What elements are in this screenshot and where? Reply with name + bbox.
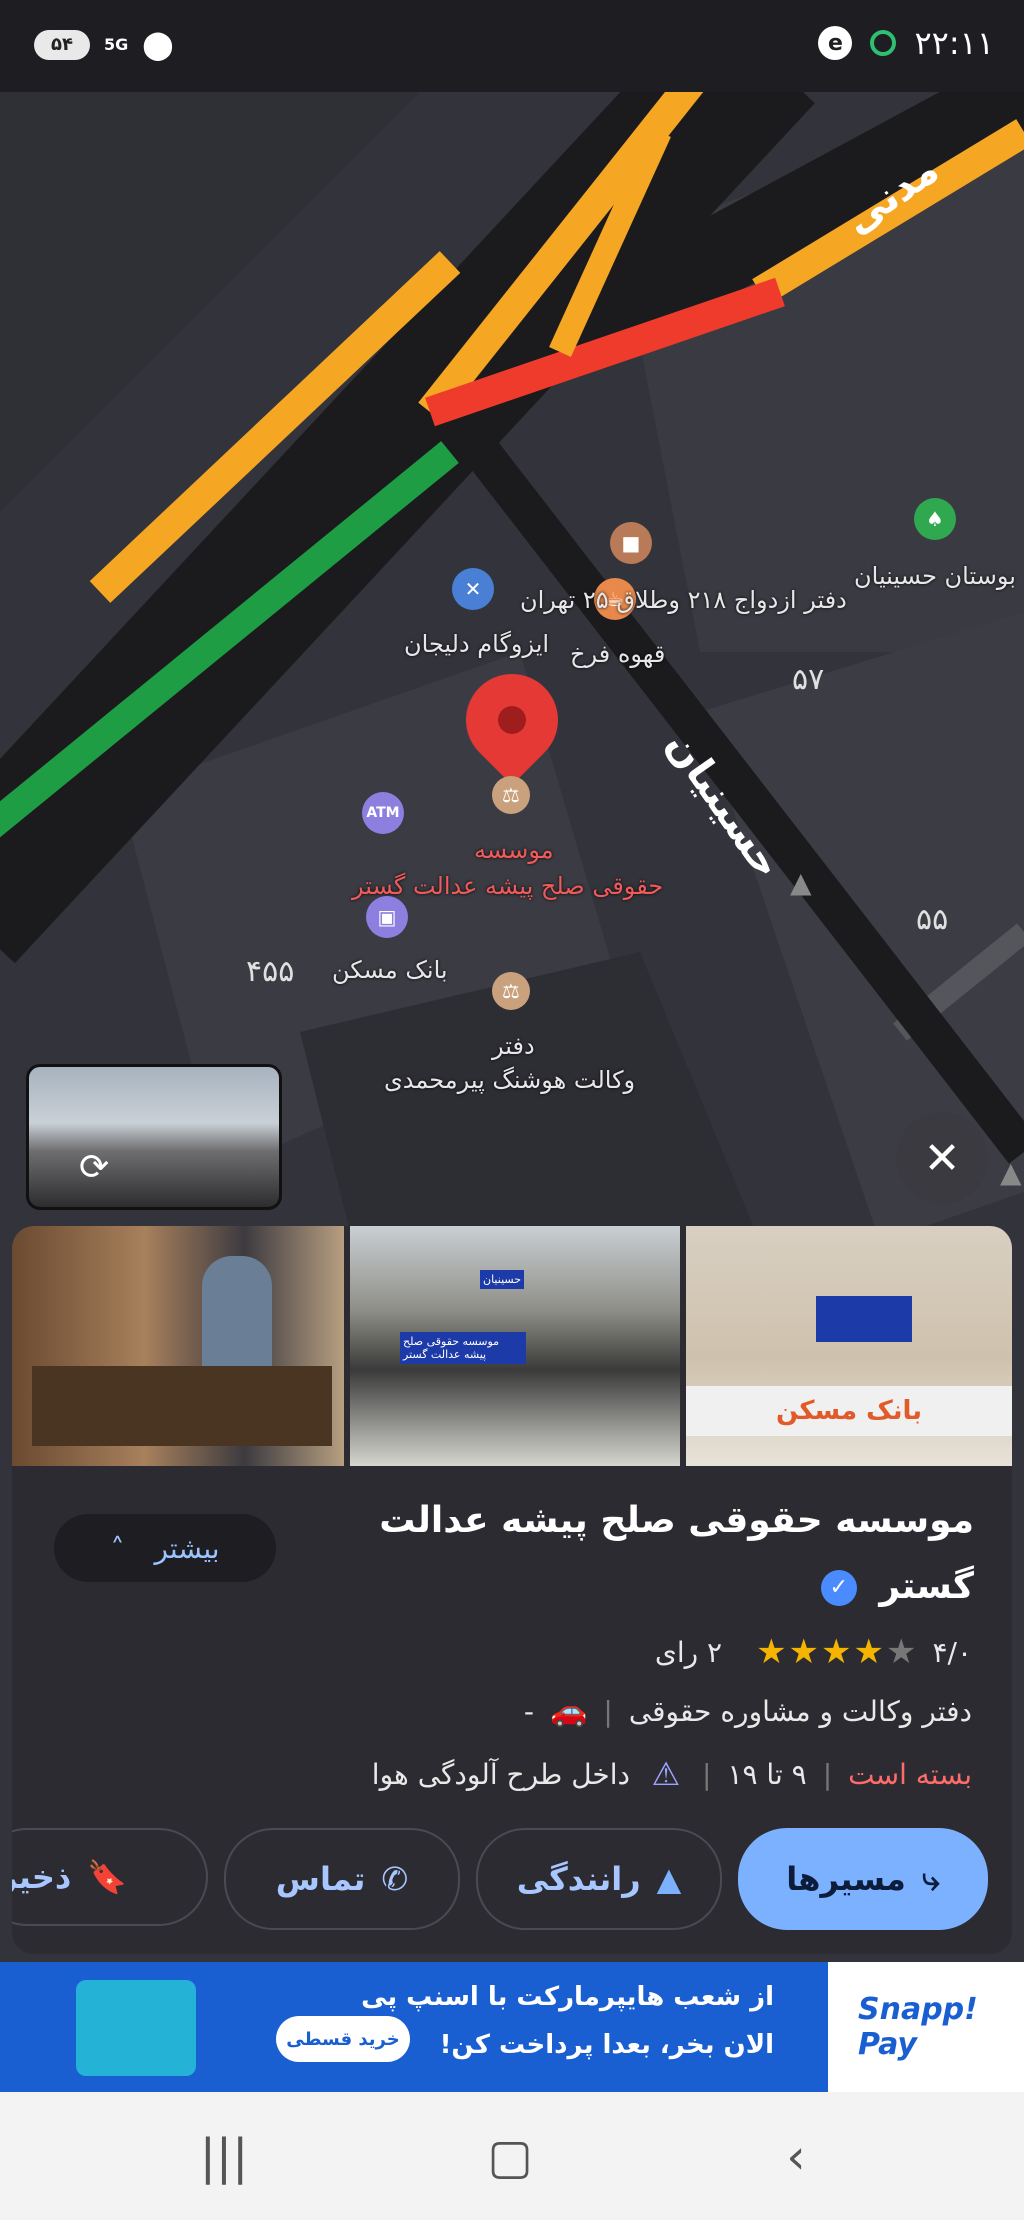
photo-gallery[interactable]: حسینیان موسسه حقوقی صلح پیشه عدالت گستر … [12,1226,1012,1466]
separator: | [822,1757,833,1791]
photo-desk [32,1366,332,1446]
street-view-thumbnail[interactable]: ⟳ [26,1064,282,1210]
rating-stars: ★★★★★ [756,1632,918,1672]
driving-label: رانندگی [516,1860,641,1898]
warning-icon: ⚠ [651,1755,681,1793]
photo-sign: حسینیان [480,1270,525,1289]
clock: ۲۲:۱۱ [914,24,994,62]
poi-lawyer-line1[interactable]: دفتر [492,1032,535,1060]
poi-isogam[interactable]: ایزوگام دلیجان [404,630,549,658]
place-title-line2: گستر [879,1566,974,1607]
rating-row[interactable]: ۴/۰ ★★★★★ ۲ رای [655,1632,972,1672]
hours-row[interactable]: بسته است | ۹ تا ۱۹ | ⚠ داخل طرح آلودگی ه… [371,1755,972,1793]
call-button[interactable]: ✆ تماس [224,1828,460,1930]
status-bar: ۵۴ 5G ⬤ e ۲۲:۱۱ [0,0,1024,92]
map-number-455: ۴۵۵ [246,954,295,989]
park-icon[interactable]: ♠ [914,498,956,540]
car-icon: 🚗 [550,1694,588,1729]
ad-headline: از شعب هایپرمارکت با اسنپ پی [361,1982,774,2012]
poi-selected-line1[interactable]: موسسه [474,836,554,864]
review-count: ۲ رای [654,1635,723,1669]
action-bar: ⤷ مسیرها ▲ رانندگی ✆ تماس 🔖 ذخیره [12,1828,1012,1930]
star-empty-icon: ★ [886,1632,919,1672]
poi-lawyer-line2[interactable]: وکالت هوشنگ پیرمحمدی [384,1066,635,1094]
photo-sign [816,1296,912,1342]
app-e-icon: e [818,26,853,60]
verified-badge-icon: ✓ [820,1570,857,1606]
rating-value: ۴/۰ [932,1635,972,1669]
poi-park[interactable]: بوستان حسینیان [854,562,1016,590]
ad-brand-line2: Pay [858,2027,917,2062]
navigation-arrow-icon: ▲ [656,1860,682,1898]
poi-bank[interactable]: بانک مسکن [332,956,448,984]
open-status: بسته است [848,1757,972,1791]
law-office-icon[interactable]: ⚖ [492,776,530,814]
more-button[interactable]: ˄ بیشتر [54,1514,276,1582]
directions-button[interactable]: ⤷ مسیرها [738,1828,988,1930]
place-sheet: حسینیان موسسه حقوقی صلح پیشه عدالت گستر … [12,1226,1012,1954]
battery-indicator: ۵۴ [34,29,90,60]
network-indicator: 5G [104,35,129,54]
selected-pin-dot [498,706,526,734]
close-icon: ✕ [923,1132,961,1184]
recent-apps-icon[interactable]: ||| [184,2122,264,2192]
poi-selected-line2[interactable]: حقوقی صلح پیشه عدالت گستر [352,872,663,900]
home-icon[interactable]: ▢ [470,2122,550,2192]
directions-label: مسیرها [786,1860,906,1898]
photo-building-entrance[interactable]: حسینیان موسسه حقوقی صلح پیشه عدالت گستر [350,1226,680,1466]
save-label: ذخیره [12,1858,72,1896]
place-category: دفتر وکالت و مشاوره حقوقی [628,1695,972,1728]
category-row: دفتر وکالت و مشاوره حقوقی | 🚗 - [524,1694,972,1729]
star-filled-icon: ★★★★ [756,1632,886,1672]
car-info: - [523,1695,535,1728]
status-right: e ۲۲:۱۱ [818,24,994,62]
ad-banner[interactable]: خرید قسطی از شعب هایپرمارکت با اسنپ پی ا… [0,1962,1024,2092]
photo-office-interior[interactable] [12,1226,344,1466]
bank-icon[interactable]: ▣ [366,896,408,938]
phone-icon: ✆ [381,1860,409,1898]
call-label: تماس [275,1860,366,1898]
ad-illustration [76,1980,196,2076]
poi-marriage-office[interactable]: دفتر ازدواج ۲۱۸ وطلاق ۲۵ تهران [520,586,847,614]
separator: | [702,1757,712,1791]
map-number-57: ۵۷ [792,662,825,697]
one-way-arrow: ▲ [790,866,812,899]
tools-icon[interactable]: ✕ [452,568,494,610]
more-label: بیشتر [154,1531,220,1565]
atm-icon[interactable]: ATM [362,792,404,834]
ad-subline: الان بخر، بعدا پرداخت کن! [439,2030,774,2060]
lawyer-icon[interactable]: ⚖ [492,972,530,1010]
bookmark-icon: 🔖 [87,1858,128,1896]
street-view-rotate-icon: ⟳ [79,1147,110,1188]
photo-bank-sign: بانک مسکن [686,1386,1012,1436]
marriage-office-icon[interactable]: ■ [610,522,652,564]
opening-hours: ۹ تا ۱۹ [727,1757,807,1791]
photo-bank-facade[interactable]: بانک مسکن [686,1226,1012,1466]
one-way-arrow: ▲ [1000,1156,1022,1189]
map-number-55: ۵۵ [916,902,949,937]
poi-coffee[interactable]: قهوه فرخ [570,640,665,668]
directions-icon: ⤷ [921,1859,940,1898]
recording-icon [870,30,897,56]
chevron-up-icon: ˄ [110,1531,125,1565]
location-icon: ⬤ [142,28,174,61]
status-left: ۵۴ 5G ⬤ [34,28,174,61]
back-icon[interactable]: ‹ [756,2122,836,2192]
ad-cta-button[interactable]: خرید قسطی [276,2016,410,2062]
separator: | [603,1695,613,1728]
photo-sign: موسسه حقوقی صلح پیشه عدالت گستر [400,1332,526,1364]
pollution-zone: داخل طرح آلودگی هوا [371,1757,630,1791]
ad-brand-line1: Snapp! [858,1992,978,2027]
place-title: موسسه حقوقی صلح پیشه عدالت گستر ✓ [334,1488,974,1620]
driving-button[interactable]: ▲ رانندگی [476,1828,722,1930]
place-title-line1: موسسه حقوقی صلح پیشه عدالت [379,1500,974,1541]
system-nav-bar: ||| ▢ ‹ [0,2092,1024,2220]
save-button[interactable]: 🔖 ذخیره [12,1828,208,1926]
ad-brand-logo: Snapp! Pay [828,1962,1024,2092]
close-button[interactable]: ✕ [896,1112,988,1204]
